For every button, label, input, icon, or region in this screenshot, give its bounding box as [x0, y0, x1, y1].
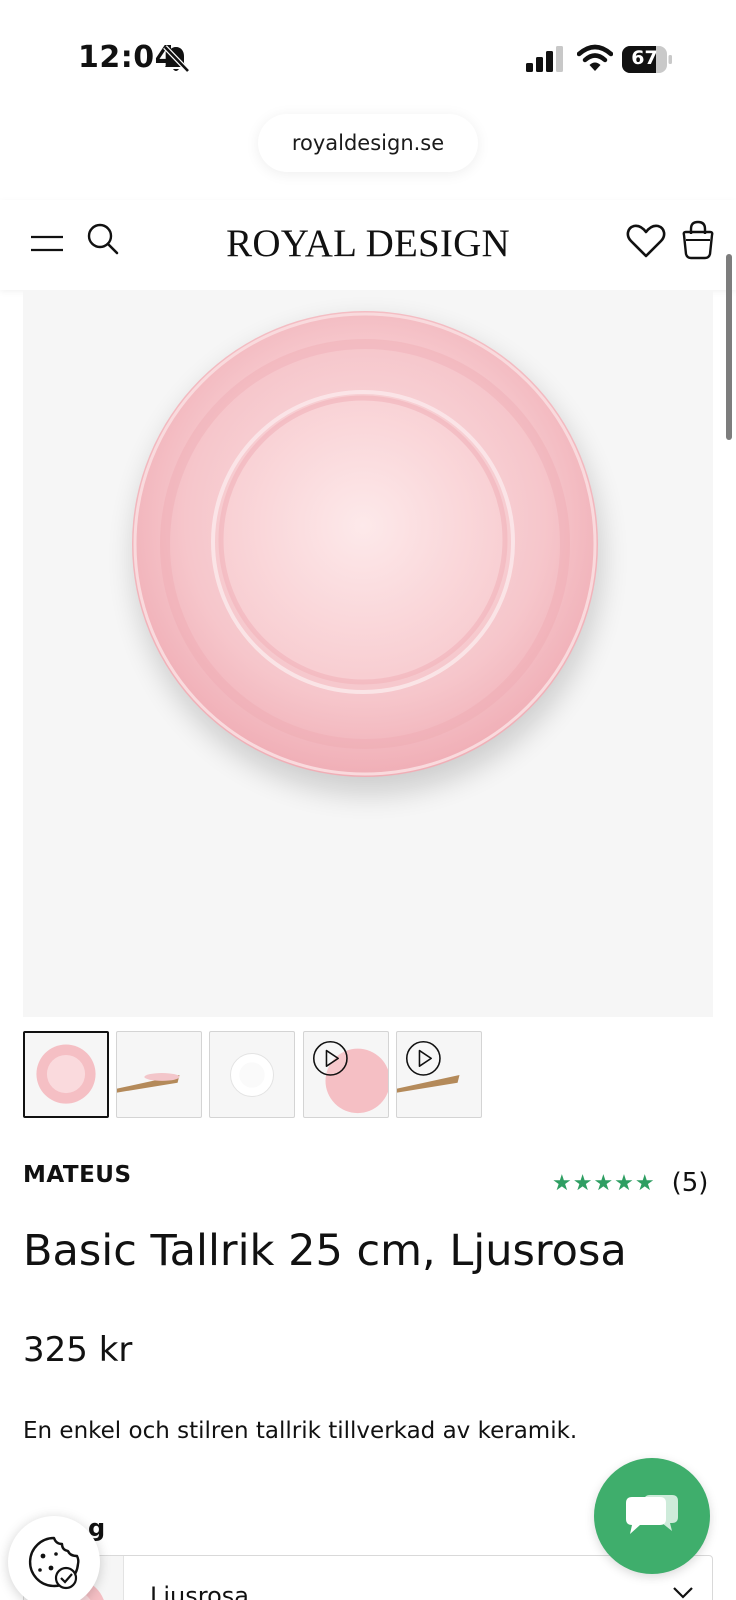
site-header: ROYAL DESIGN	[0, 200, 736, 290]
chat-button[interactable]	[594, 1458, 710, 1574]
wifi-icon	[577, 44, 613, 71]
bell-slash-icon	[163, 45, 190, 73]
page: 12:04 67 royaldesign.se ROYAL DESIGN MAT…	[0, 0, 736, 1600]
product-price: 325 kr	[23, 1330, 133, 1370]
site-logo[interactable]: ROYAL DESIGN	[218, 218, 518, 268]
signal-icon	[526, 46, 563, 72]
battery-percent: 67	[631, 47, 658, 69]
play-icon	[312, 1040, 348, 1076]
product-title: Basic Tallrik 25 cm, Ljusrosa	[23, 1226, 627, 1276]
product-description: En enkel och stilren tallrik tillverkad …	[23, 1418, 578, 1444]
play-icon	[405, 1040, 441, 1076]
search-icon[interactable]	[86, 222, 120, 256]
bag-icon[interactable]	[680, 220, 716, 260]
heart-icon[interactable]	[626, 222, 666, 260]
status-bar: 12:04 67	[0, 0, 736, 110]
plate-image	[132, 311, 602, 794]
address-bar[interactable]: royaldesign.se	[258, 114, 478, 172]
product-rating[interactable]: ★★★★★ (5)	[552, 1168, 708, 1198]
rating-stars: ★★★★★	[552, 1170, 656, 1196]
menu-icon[interactable]	[30, 232, 64, 256]
cookie-icon	[28, 1536, 80, 1590]
product-brand[interactable]: MATEUS	[23, 1162, 132, 1188]
address-bar-url: royaldesign.se	[291, 131, 445, 155]
thumbnail-4-video[interactable]	[303, 1031, 389, 1118]
page-scrollbar[interactable]	[726, 254, 732, 440]
cookie-settings-button[interactable]	[8, 1516, 100, 1600]
thumbnail-3[interactable]	[209, 1031, 295, 1118]
chevron-down-icon	[673, 1587, 693, 1599]
thumbnail-5-video[interactable]	[396, 1031, 482, 1118]
battery-icon: 67	[622, 46, 672, 73]
thumbnail-1[interactable]	[23, 1031, 109, 1118]
chat-icon	[626, 1495, 678, 1534]
rating-count: (5)	[671, 1168, 709, 1198]
variant-selected-value: Ljusrosa	[150, 1582, 249, 1600]
thumbnail-2[interactable]	[116, 1031, 202, 1118]
variant-select[interactable]: Ljusrosa	[23, 1555, 713, 1600]
product-main-image[interactable]	[23, 290, 713, 1017]
